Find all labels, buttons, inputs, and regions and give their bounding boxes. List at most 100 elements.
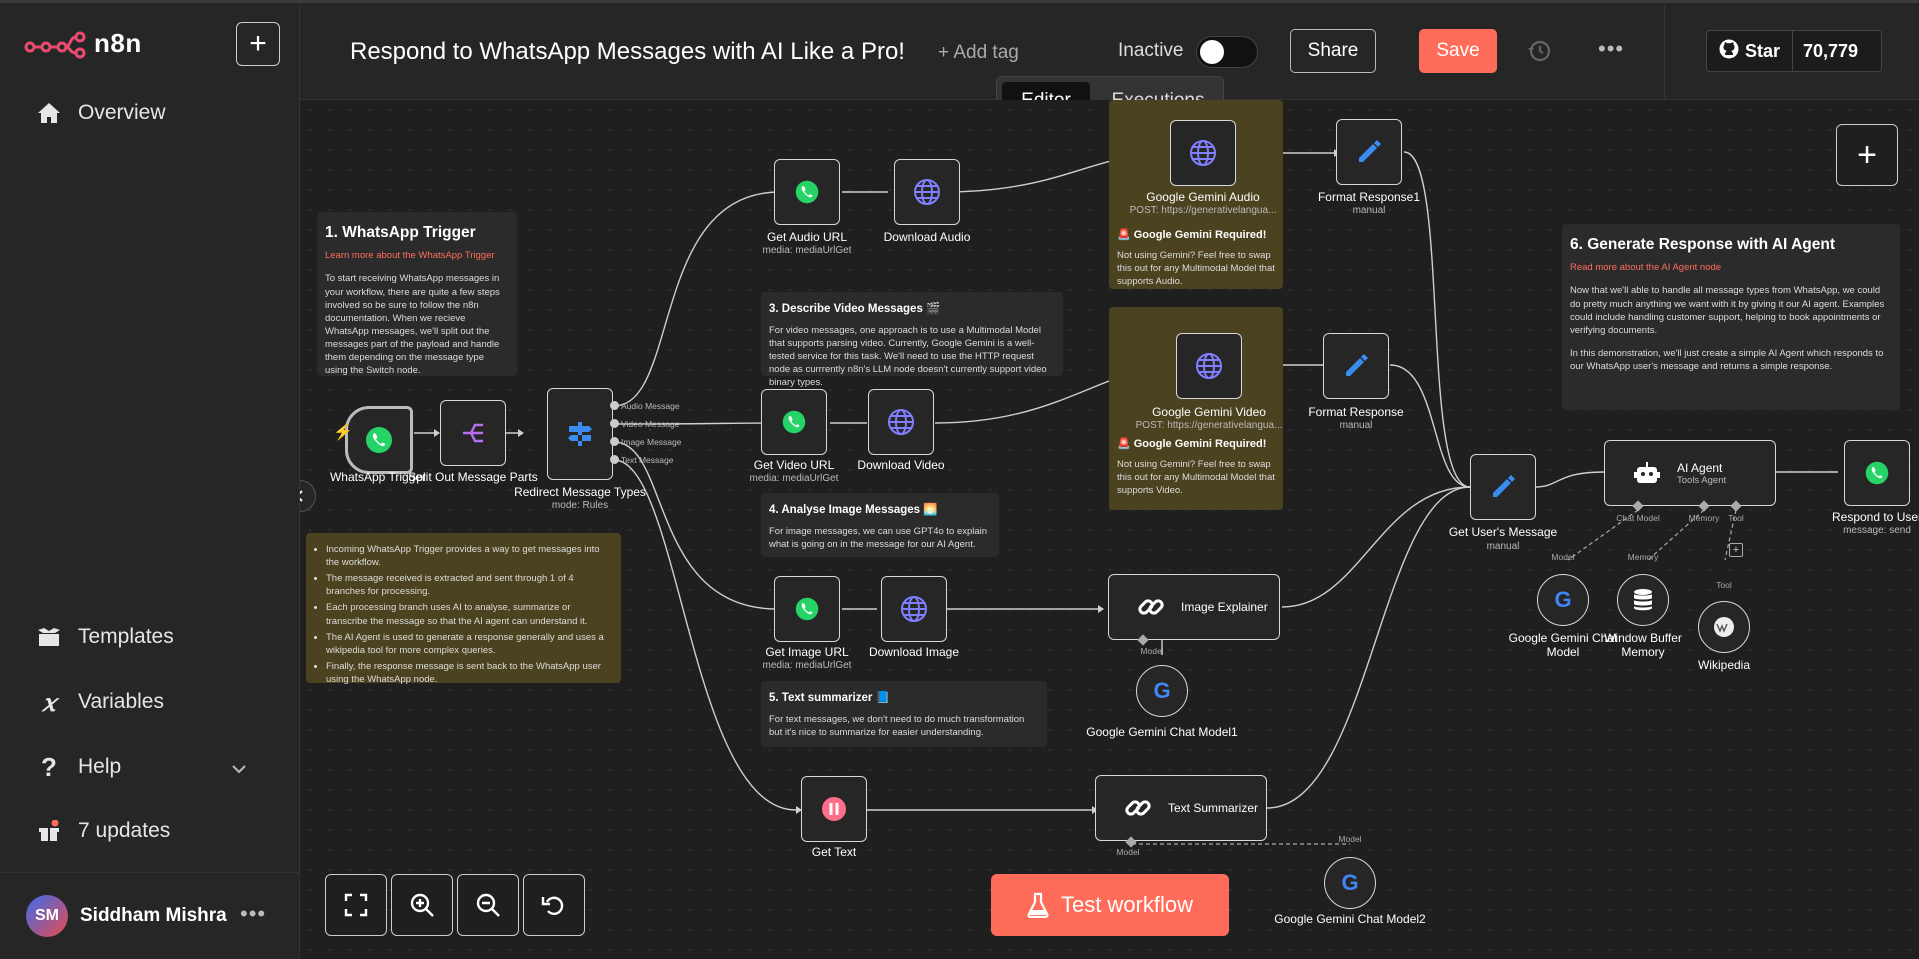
node-get-video-url[interactable] — [761, 389, 827, 455]
node-format-response[interactable] — [1323, 333, 1389, 399]
flask-icon — [1027, 892, 1049, 918]
node-wikipedia[interactable] — [1698, 601, 1750, 653]
save-button[interactable]: Save — [1419, 29, 1497, 73]
node-get-text[interactable] — [801, 776, 867, 842]
note-link[interactable]: Learn more about the WhatsApp Trigger — [325, 249, 509, 262]
output-label: Video Message — [621, 419, 680, 429]
sticky-note-whatsapp-trigger[interactable]: 1. WhatsApp Trigger Learn more about the… — [317, 212, 517, 376]
github-star-button[interactable]: Star 70,779 — [1706, 30, 1882, 72]
sidebar-item-updates[interactable]: 7 updates — [36, 818, 170, 844]
port-label: Model — [1140, 646, 1164, 656]
edge — [613, 191, 781, 407]
node-label: Get Video URL — [753, 458, 835, 472]
wikipedia-icon — [1714, 617, 1734, 637]
node-download-video[interactable] — [868, 389, 934, 455]
node-whatsapp-trigger[interactable] — [345, 406, 413, 474]
history-icon[interactable] — [1526, 38, 1552, 64]
note-body: To start receiving WhatsApp messages in … — [325, 273, 500, 377]
sticky-note-summary[interactable]: Incoming WhatsApp Trigger provides a way… — [306, 533, 621, 685]
globe-icon — [1190, 140, 1216, 166]
node-sub: manual — [1339, 420, 1373, 431]
node-get-audio-url[interactable] — [774, 159, 840, 225]
chain-link-icon — [1138, 599, 1164, 615]
node-respond-to-user[interactable] — [1844, 440, 1910, 506]
note-body: Not using Gemini? Feel free to swap this… — [1117, 459, 1275, 497]
node-label: Download Image — [868, 645, 960, 659]
zoom-out-button[interactable] — [457, 874, 519, 936]
node-gemini-chat-model[interactable]: G — [1537, 574, 1589, 626]
sidebar-item-label: Variables — [78, 690, 164, 713]
database-icon — [1634, 589, 1652, 611]
node-label: Get Text — [811, 845, 857, 859]
user-menu[interactable]: SM Siddham Mishra ••• — [0, 872, 300, 959]
chevron-left-icon — [300, 490, 303, 502]
app-name: n8n — [94, 28, 142, 58]
node-gemini-video[interactable] — [1176, 333, 1242, 399]
node-sub: media: mediaUrlGet — [762, 245, 852, 256]
chain-link-icon — [1125, 800, 1151, 816]
add-tag-button[interactable]: + Add tag — [938, 42, 1019, 64]
undo-icon — [541, 896, 564, 915]
sidebar-item-templates[interactable]: Templates — [36, 624, 174, 650]
node-get-image-url[interactable] — [774, 576, 840, 642]
node-label: Image Explainer — [1181, 600, 1268, 614]
globe-icon — [901, 596, 927, 622]
node-get-users-message[interactable] — [1470, 454, 1536, 520]
node-image-explainer[interactable]: Image Explainer — [1108, 574, 1280, 640]
edge — [1389, 364, 1471, 488]
node-redirect-switch[interactable] — [547, 388, 613, 480]
share-button[interactable]: Share — [1290, 29, 1376, 73]
edge — [1534, 471, 1605, 488]
workflow-title[interactable]: Respond to WhatsApp Messages with AI Lik… — [350, 38, 905, 66]
node-gemini-chat-model2[interactable]: G — [1324, 857, 1376, 909]
sidebar-item-label: Templates — [78, 625, 174, 648]
arrow — [1098, 605, 1104, 613]
user-options-icon[interactable]: ••• — [240, 901, 266, 927]
zoom-out-icon — [476, 893, 500, 917]
node-download-audio[interactable] — [894, 159, 960, 225]
n8n-logo[interactable]: n8n — [24, 28, 142, 59]
google-icon: G — [1153, 678, 1171, 703]
node-label: Google Gemini Video — [1152, 405, 1266, 419]
sidebar: n8n + Overview Templates 𝑥 Variables ? H… — [0, 0, 300, 959]
list-item: The message received is extracted and se… — [326, 572, 613, 598]
google-icon: G — [1341, 870, 1359, 895]
node-gemini-chat-model1[interactable]: G — [1136, 665, 1188, 717]
sidebar-item-help[interactable]: ? Help — [36, 752, 256, 782]
add-node-button[interactable]: + — [1836, 124, 1898, 186]
node-split-out[interactable] — [440, 400, 506, 466]
note-title: 3. Describe Video Messages 🎬 — [769, 303, 941, 315]
add-tool-icon[interactable]: + — [1729, 543, 1743, 557]
add-button[interactable]: + — [236, 22, 280, 66]
node-label: Google Gemini Chat Model2 — [1274, 912, 1426, 926]
note-link[interactable]: Read more about the AI Agent node — [1570, 261, 1892, 274]
node-sub: Tools Agent — [1677, 474, 1727, 486]
active-toggle[interactable] — [1196, 36, 1258, 68]
node-label: Window Buffer Memory — [1604, 631, 1682, 659]
sidebar-item-label: Help — [78, 755, 122, 778]
node-window-buffer-memory[interactable] — [1617, 574, 1669, 626]
node-gemini-audio[interactable] — [1170, 120, 1236, 186]
more-options-icon[interactable]: ••• — [1598, 36, 1624, 62]
note-title: 1. WhatsApp Trigger — [325, 224, 476, 241]
fit-view-button[interactable] — [325, 874, 387, 936]
sticky-note-image[interactable]: 4. Analyse Image Messages 🌅 For image me… — [761, 493, 999, 557]
sticky-note-ai-agent[interactable]: 6. Generate Response with AI Agent Read … — [1562, 224, 1900, 410]
edge — [613, 441, 778, 610]
node-download-image[interactable] — [881, 576, 947, 642]
sticky-note-text[interactable]: 5. Text summarizer 📘 For text messages, … — [761, 681, 1047, 747]
sticky-note-video[interactable]: 3. Describe Video Messages 🎬 For video m… — [761, 292, 1063, 388]
reset-zoom-button[interactable] — [523, 874, 585, 936]
variable-icon: 𝑥 — [42, 687, 56, 717]
node-text-summarizer[interactable]: Text Summarizer — [1095, 775, 1267, 841]
node-format-response1[interactable] — [1336, 119, 1402, 185]
node-ai-agent[interactable]: AI Agent Tools Agent — [1604, 440, 1776, 506]
workflow-canvas[interactable]: 1. WhatsApp Trigger Learn more about the… — [300, 100, 1919, 959]
test-workflow-button[interactable]: Test workflow — [991, 874, 1229, 936]
node-sub: manual — [1486, 541, 1520, 552]
output-label: Audio Message — [621, 401, 680, 411]
sidebar-item-overview[interactable]: Overview — [36, 100, 166, 126]
status-label: Inactive — [1118, 40, 1184, 61]
zoom-in-button[interactable] — [391, 874, 453, 936]
sidebar-item-variables[interactable]: 𝑥 Variables — [36, 687, 164, 717]
